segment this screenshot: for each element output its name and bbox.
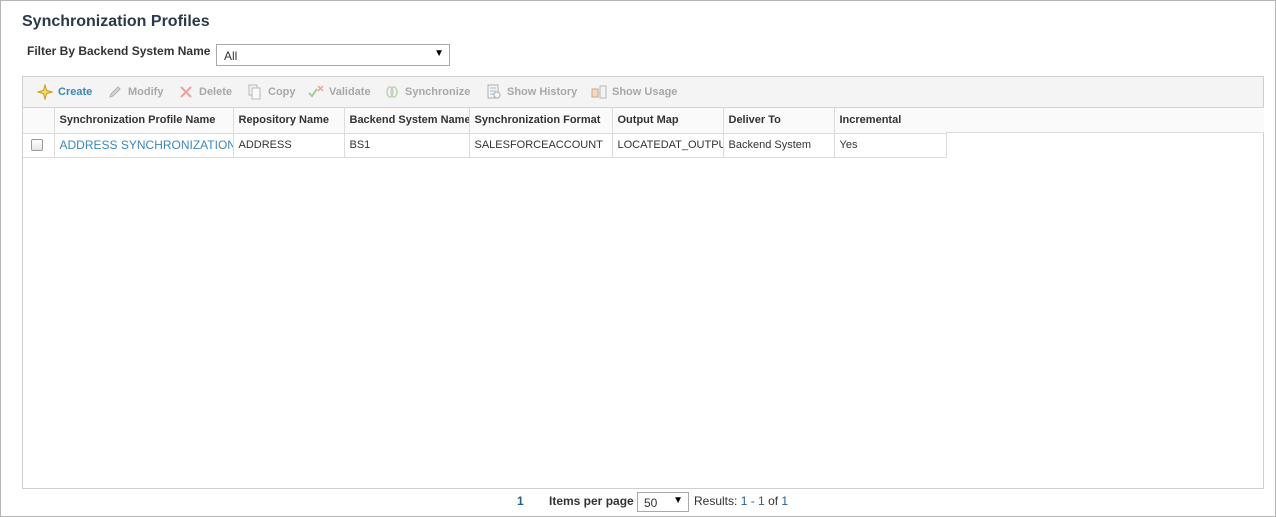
incremental-cell: Yes — [834, 133, 947, 158]
copy-button[interactable]: Copy — [247, 83, 296, 101]
repository-name-cell: ADDRESS — [233, 133, 345, 158]
filter-label: Filter By Backend System Name — [27, 44, 211, 58]
show-usage-button[interactable]: Show Usage — [591, 83, 677, 101]
column-header-profile-name[interactable]: Synchronization Profile Name — [54, 108, 234, 134]
column-header-deliver-to[interactable]: Deliver To — [723, 108, 835, 134]
delete-x-icon — [178, 84, 194, 100]
pagination-bar: 1 Items per page 50 ▼ Results: 1 - 1 of … — [1, 492, 1276, 512]
show-history-label: Show History — [507, 86, 578, 98]
create-button[interactable]: Create — [37, 83, 92, 101]
column-header-repository-name[interactable]: Repository Name — [233, 108, 345, 134]
column-header-incremental[interactable]: Incremental — [834, 108, 947, 134]
filter-selected-value: All — [224, 49, 238, 63]
column-header-backend-system-name[interactable]: Backend System Name — [344, 108, 470, 134]
results-summary: Results: 1 - 1 of 1 — [694, 494, 788, 508]
dropdown-arrow-icon: ▼ — [434, 48, 444, 59]
copy-pages-icon — [247, 84, 263, 100]
row-checkbox[interactable] — [31, 139, 43, 151]
results-range: 1 - 1 — [740, 494, 765, 508]
validate-check-icon — [308, 84, 324, 100]
copy-label: Copy — [268, 86, 296, 98]
column-header-sync-format[interactable]: Synchronization Format — [469, 108, 613, 134]
items-per-page-select[interactable]: 50 ▼ — [637, 492, 689, 512]
synchronize-button[interactable]: Synchronize — [384, 83, 470, 101]
grid-toolbar: Create Modify Delete Copy Validate Synch… — [23, 77, 1263, 108]
table-header-row: Synchronization Profile Name Repository … — [23, 108, 947, 134]
output-map-cell: LOCATEDAT_OUTPUT — [612, 133, 724, 158]
delete-label: Delete — [199, 86, 233, 98]
column-header-output-map[interactable]: Output Map — [612, 108, 724, 134]
profiles-grid-panel: Create Modify Delete Copy Validate Synch… — [22, 76, 1264, 489]
items-per-page-label: Items per page — [549, 494, 634, 508]
header-filler — [946, 108, 1264, 133]
main-frame: Synchronization Profiles Filter By Backe… — [0, 0, 1276, 517]
results-of: of — [768, 494, 779, 508]
usage-icon — [591, 84, 607, 100]
modify-button[interactable]: Modify — [107, 83, 163, 101]
history-document-icon — [486, 84, 502, 100]
dropdown-arrow-icon: ▼ — [673, 495, 683, 506]
select-column-header — [23, 108, 55, 134]
items-per-page-value: 50 — [644, 496, 658, 510]
show-usage-label: Show Usage — [612, 86, 678, 98]
delete-button[interactable]: Delete — [178, 83, 232, 101]
row-select-cell — [23, 133, 55, 158]
backend-system-cell: BS1 — [344, 133, 470, 158]
page-title: Synchronization Profiles — [22, 13, 210, 30]
validate-label: Validate — [329, 86, 371, 98]
profile-name-link[interactable]: ADDRESS SYNCHRONIZATION — [54, 133, 234, 158]
validate-button[interactable]: Validate — [308, 83, 371, 101]
show-history-button[interactable]: Show History — [486, 83, 577, 101]
create-label: Create — [58, 86, 93, 98]
profiles-table: Synchronization Profile Name Repository … — [23, 108, 947, 158]
results-label: Results: — [694, 494, 738, 508]
create-star-icon — [37, 84, 53, 100]
sync-format-cell: SALESFORCEACCOUNT — [469, 133, 613, 158]
backend-system-filter-select[interactable]: All ▼ — [216, 44, 450, 66]
page-number-link[interactable]: 1 — [517, 494, 524, 508]
pencil-icon — [107, 84, 123, 100]
deliver-to-cell: Backend System — [723, 133, 835, 158]
table-row[interactable]: ADDRESS SYNCHRONIZATION ADDRESS BS1 SALE… — [23, 133, 947, 158]
synchronize-icon — [384, 84, 400, 100]
results-total: 1 — [781, 494, 789, 508]
modify-label: Modify — [128, 86, 164, 98]
synchronize-label: Synchronize — [405, 86, 471, 98]
